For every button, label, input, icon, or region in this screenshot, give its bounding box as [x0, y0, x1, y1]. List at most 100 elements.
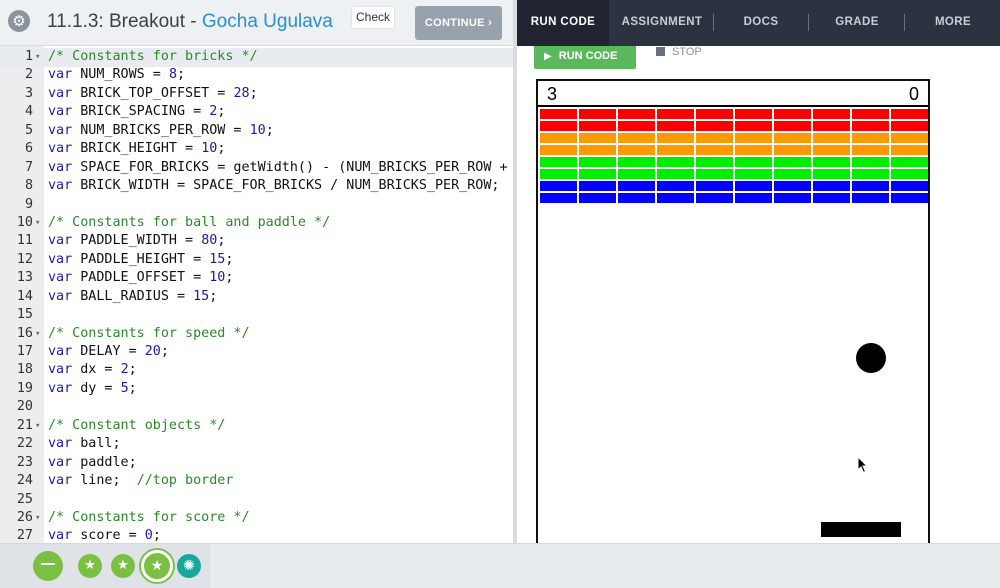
- code-line[interactable]: 16 ▾ /* Constants for speed */: [0, 325, 513, 343]
- brick: [618, 133, 655, 143]
- star-badge-icon[interactable]: ★: [111, 554, 135, 578]
- code-line[interactable]: 26 ▾ /* Constants for score */: [0, 509, 513, 527]
- code-line[interactable]: 21 ▾ /* Constant objects */: [0, 417, 513, 435]
- code-editor[interactable]: 1 ▾/* Constants for bricks */2 var NUM_ROW…: [0, 46, 513, 543]
- brick: [618, 145, 655, 155]
- run-code-button[interactable]: ▶ RUN CODE: [534, 46, 636, 69]
- play-icon: ▶: [544, 51, 552, 62]
- code-line[interactable]: 1 ▾ /* Constants for bricks */: [0, 48, 513, 66]
- brick: [579, 169, 616, 179]
- current-star-badge-icon[interactable]: ★: [141, 550, 173, 582]
- line-number: 12: [16, 251, 33, 267]
- code-text: var SPACE_FOR_BRICKS = getWidth() - (NUM…: [48, 159, 508, 177]
- line-number: 15: [16, 307, 33, 323]
- code-token: dy =: [72, 380, 121, 396]
- settings-badge-icon[interactable]: ✺: [177, 554, 201, 578]
- brick: [540, 133, 577, 143]
- fold-arrow-icon[interactable]: ▾: [35, 325, 40, 343]
- brick: [657, 157, 694, 167]
- continue-button[interactable]: CONTINUE ›: [415, 6, 502, 40]
- code-line[interactable]: 12 var PADDLE_HEIGHT = 15;: [0, 251, 513, 269]
- code-token: 20: [144, 344, 161, 359]
- tab-run-code[interactable]: RUN CODE: [517, 0, 609, 46]
- brick: [774, 121, 811, 131]
- tab-more[interactable]: MORE: [917, 0, 989, 46]
- fold-arrow-icon[interactable]: ▾: [35, 417, 40, 435]
- line-number: 8: [24, 178, 33, 194]
- code-text: var BRICK_HEIGHT = 10;: [48, 140, 225, 158]
- brick: [735, 133, 772, 143]
- code-token: ball;: [72, 436, 121, 452]
- code-line[interactable]: 4 var BRICK_SPACING = 2;: [0, 103, 513, 121]
- author-link[interactable]: Gocha Ugulava: [202, 11, 333, 32]
- code-line[interactable]: 27 var score = 0;: [0, 527, 513, 543]
- brick: [657, 181, 694, 191]
- code-text: var dy = 5;: [48, 380, 137, 398]
- brick: [579, 109, 616, 119]
- fold-arrow-icon[interactable]: ▾: [35, 48, 40, 66]
- code-line[interactable]: 10 ▾ /* Constants for ball and paddle */: [0, 214, 513, 232]
- code-line[interactable]: 20: [0, 398, 513, 416]
- code-token: paddle;: [72, 454, 137, 470]
- code-text: /* Constants for ball and paddle */: [48, 214, 330, 232]
- code-token: var: [48, 141, 73, 157]
- code-token: NUM_ROWS =: [72, 67, 169, 83]
- code-line[interactable]: 18 var dx = 2;: [0, 361, 513, 379]
- check-button[interactable]: Check: [351, 6, 395, 29]
- code-line[interactable]: 9: [0, 196, 513, 214]
- brick: [891, 169, 928, 179]
- code-line[interactable]: 23 var paddle;: [0, 454, 513, 472]
- code-text: var DELAY = 20;: [48, 343, 169, 361]
- code-line[interactable]: 5 var NUM_BRICKS_PER_ROW = 10;: [0, 122, 513, 140]
- code-token: PADDLE_WIDTH =: [72, 233, 202, 249]
- code-line[interactable]: 8 var BRICK_WIDTH = SPACE_FOR_BRICKS / NU…: [0, 177, 513, 195]
- minus-icon[interactable]: −: [33, 551, 63, 581]
- brick: [696, 121, 733, 131]
- fold-arrow-icon[interactable]: ▾: [35, 214, 40, 232]
- code-line[interactable]: 6 var BRICK_HEIGHT = 10;: [0, 140, 513, 158]
- code-token: var: [48, 362, 73, 378]
- code-token: 15: [193, 288, 210, 304]
- code-line[interactable]: 14 var BALL_RADIUS = 15;: [0, 288, 513, 306]
- code-line[interactable]: 7 var SPACE_FOR_BRICKS = getWidth() - (NU…: [0, 159, 513, 177]
- code-token: 10: [249, 122, 266, 138]
- code-line[interactable]: 15: [0, 306, 513, 324]
- code-line[interactable]: 3 var BRICK_TOP_OFFSET = 28;: [0, 85, 513, 103]
- brick: [813, 157, 850, 167]
- code-line[interactable]: 11 var PADDLE_WIDTH = 80;: [0, 232, 513, 250]
- code-text: var paddle;: [48, 454, 137, 472]
- line-number: 19: [16, 380, 33, 396]
- brick: [891, 193, 928, 203]
- code-line[interactable]: 13 var PADDLE_OFFSET = 10;: [0, 269, 513, 287]
- star-badge-icon[interactable]: ★: [78, 554, 102, 578]
- game-canvas[interactable]: 3 0: [536, 79, 930, 543]
- brick: [540, 121, 577, 131]
- code-token: ;: [209, 288, 218, 304]
- code-line[interactable]: 2 var NUM_ROWS = 8;: [0, 66, 513, 84]
- top-border-line: [538, 105, 928, 107]
- app-root: ⚙ 11.1.3: Breakout - Gocha Ugulava Check…: [0, 0, 1000, 588]
- code-line[interactable]: 22 var ball;: [0, 435, 513, 453]
- fold-arrow-icon[interactable]: ▾: [35, 509, 40, 527]
- brick: [735, 193, 772, 203]
- gear-icon[interactable]: ⚙: [8, 10, 30, 32]
- code-token: ;: [128, 362, 137, 378]
- brick: [891, 109, 928, 119]
- stop-button[interactable]: STOP: [656, 46, 702, 59]
- tab-grade[interactable]: GRADE: [822, 0, 892, 46]
- brick: [774, 181, 811, 191]
- brick: [891, 133, 928, 143]
- code-line[interactable]: 19 var dy = 5;: [0, 380, 513, 398]
- code-token: 0: [144, 528, 153, 543]
- tab-docs[interactable]: DOCS: [727, 0, 795, 46]
- code-line[interactable]: 24 var line; //top border: [0, 472, 513, 490]
- code-line[interactable]: 17 var DELAY = 20;: [0, 343, 513, 361]
- progress-badges: − ★ ★ ★ ✺: [0, 544, 210, 588]
- code-line[interactable]: 25: [0, 491, 513, 509]
- code-token: line;: [72, 473, 137, 489]
- brick: [696, 133, 733, 143]
- code-token: PADDLE_OFFSET =: [72, 270, 210, 286]
- brick: [579, 193, 616, 203]
- code-text: var score = 0;: [48, 527, 161, 543]
- tab-assignment[interactable]: ASSIGNMENT: [614, 0, 710, 46]
